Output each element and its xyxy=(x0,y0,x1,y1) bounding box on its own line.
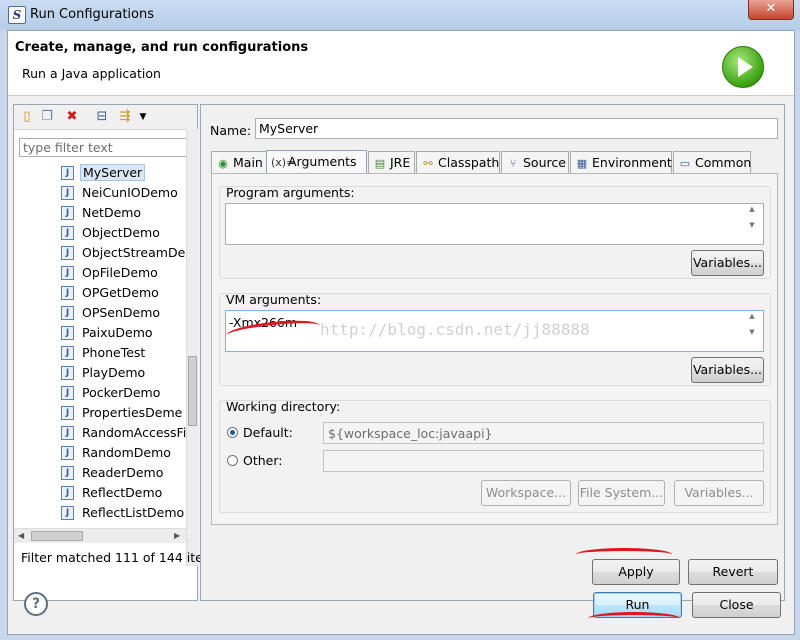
tree-vertical-scrollbar[interactable] xyxy=(186,129,198,566)
java-app-icon: J xyxy=(61,206,74,220)
vm-variables-button[interactable]: Variables... xyxy=(691,357,764,383)
workspace-button[interactable]: Workspace... xyxy=(481,480,571,506)
tab-arguments[interactable]: (x)=Arguments xyxy=(266,150,367,174)
window-title: Run Configurations xyxy=(30,7,154,22)
java-app-icon: J xyxy=(61,166,74,180)
title-bar: S Run Configurations ✕ xyxy=(0,0,800,30)
scroll-thumb[interactable] xyxy=(31,531,83,541)
tab-classpath[interactable]: ⚯ Classpath xyxy=(416,151,500,173)
dropdown-icon[interactable]: ▼ xyxy=(135,109,151,125)
source-icon: ⑂ xyxy=(509,157,517,170)
radio-indicator[interactable] xyxy=(227,427,238,438)
default-directory-field: ${workspace_loc:javaapi} xyxy=(323,422,764,444)
java-app-icon: J xyxy=(61,426,74,440)
java-app-icon: J xyxy=(61,446,74,460)
java-app-icon: J xyxy=(61,506,74,520)
java-app-icon: J xyxy=(61,326,74,340)
scroll-left-icon[interactable]: ◀ xyxy=(18,531,24,540)
watermark: http://blog.csdn.net/jj88888 xyxy=(320,320,590,339)
collapse-all-icon[interactable]: ⊟ xyxy=(94,109,110,125)
arguments-tab-content: Program arguments: ▲ ▼ Variables... VM ar… xyxy=(211,173,778,525)
scroll-arrows-icon: ▲ ▼ xyxy=(749,205,755,229)
tab-jre[interactable]: ▤ JRE xyxy=(368,151,415,173)
revert-button[interactable]: Revert xyxy=(688,559,778,585)
close-button[interactable]: Close xyxy=(692,592,781,618)
vm-arguments-label: VM arguments: xyxy=(226,292,322,307)
new-config-icon[interactable]: ▯ xyxy=(19,109,35,125)
dialog-title: Create, manage, and run configurations xyxy=(15,40,309,55)
window-close-button[interactable]: ✕ xyxy=(748,0,794,20)
java-app-icon: J xyxy=(61,346,74,360)
program-arguments-input[interactable] xyxy=(225,203,764,245)
run-green-icon xyxy=(722,46,764,88)
scroll-right-icon[interactable]: ▶ xyxy=(174,531,180,540)
filter-status: Filter matched 111 of 144 items xyxy=(21,550,222,565)
other-directory-field[interactable] xyxy=(323,450,764,472)
java-app-icon: J xyxy=(61,226,74,240)
java-app-icon: J xyxy=(61,406,74,420)
vm-arguments-group: VM arguments: -Xmx266m ▲ ▼ Variables... xyxy=(219,292,771,386)
tab-environment[interactable]: ▦ Environment xyxy=(570,151,672,173)
working-directory-group: Working directory: Default: ${workspace_… xyxy=(219,399,771,513)
scroll-thumb[interactable] xyxy=(188,356,197,426)
java-app-icon: J xyxy=(61,486,74,500)
java-app-icon: J xyxy=(61,306,74,320)
name-label: Name: xyxy=(210,123,252,138)
java-app-icon: J xyxy=(61,466,74,480)
eclipse-icon: S xyxy=(8,6,26,24)
configuration-list-panel: ▯ ❐ ✖ ⊟ ⇶ ▼ JMyServer JNeiCunIODemo JNet… xyxy=(13,104,222,601)
radio-indicator[interactable] xyxy=(227,455,238,466)
configuration-editor: Name: ◉Main (x)=Arguments ▤JRE ⚯Classpat… xyxy=(200,104,785,601)
file-system-button[interactable]: File System... xyxy=(578,480,665,506)
working-directory-label: Working directory: xyxy=(226,399,341,414)
tab-main[interactable]: ◉ Main xyxy=(211,151,267,173)
annotation-underline xyxy=(588,612,680,625)
java-app-icon: J xyxy=(61,386,74,400)
name-field[interactable] xyxy=(255,118,778,139)
main-icon: ◉ xyxy=(218,157,228,170)
dialog-header: Create, manage, and run configurations R… xyxy=(8,31,794,96)
filter-icon[interactable]: ⇶ xyxy=(117,109,133,125)
tab-source[interactable]: ⑂ Source xyxy=(501,151,569,173)
jre-icon: ▤ xyxy=(374,157,386,170)
java-app-icon: J xyxy=(61,186,74,200)
help-icon[interactable]: ? xyxy=(24,592,48,616)
java-app-icon: J xyxy=(61,246,74,260)
common-icon: ▭ xyxy=(679,157,691,170)
left-toolbar: ▯ ❐ ✖ ⊟ ⇶ ▼ xyxy=(14,105,197,130)
annotation-underline xyxy=(576,548,672,561)
filter-input[interactable] xyxy=(19,138,191,157)
java-app-icon: J xyxy=(61,286,74,300)
tree-horizontal-scrollbar[interactable]: ◀ ▶ xyxy=(14,528,186,543)
duplicate-icon[interactable]: ❐ xyxy=(39,109,55,125)
dialog-subtitle: Run a Java application xyxy=(22,66,161,81)
program-arguments-group: Program arguments: ▲ ▼ Variables... xyxy=(219,185,771,279)
program-arguments-label: Program arguments: xyxy=(226,185,355,200)
working-directory-variables-button[interactable]: Variables... xyxy=(674,480,764,506)
configuration-tree: J MyServer J NeiCunIODemo J NetDemo J Object… xyxy=(14,163,186,523)
scroll-arrows-icon: ▲ ▼ xyxy=(749,312,755,336)
arguments-icon: (x)= xyxy=(271,156,296,169)
java-app-icon: J xyxy=(61,266,74,280)
delete-icon[interactable]: ✖ xyxy=(64,109,80,125)
program-variables-button[interactable]: Variables... xyxy=(691,250,764,276)
apply-button[interactable]: Apply xyxy=(592,559,680,585)
classpath-icon: ⚯ xyxy=(423,157,433,170)
environment-icon: ▦ xyxy=(576,157,588,170)
java-app-icon: J xyxy=(61,366,74,380)
tab-common[interactable]: ▭ Common xyxy=(673,151,751,173)
